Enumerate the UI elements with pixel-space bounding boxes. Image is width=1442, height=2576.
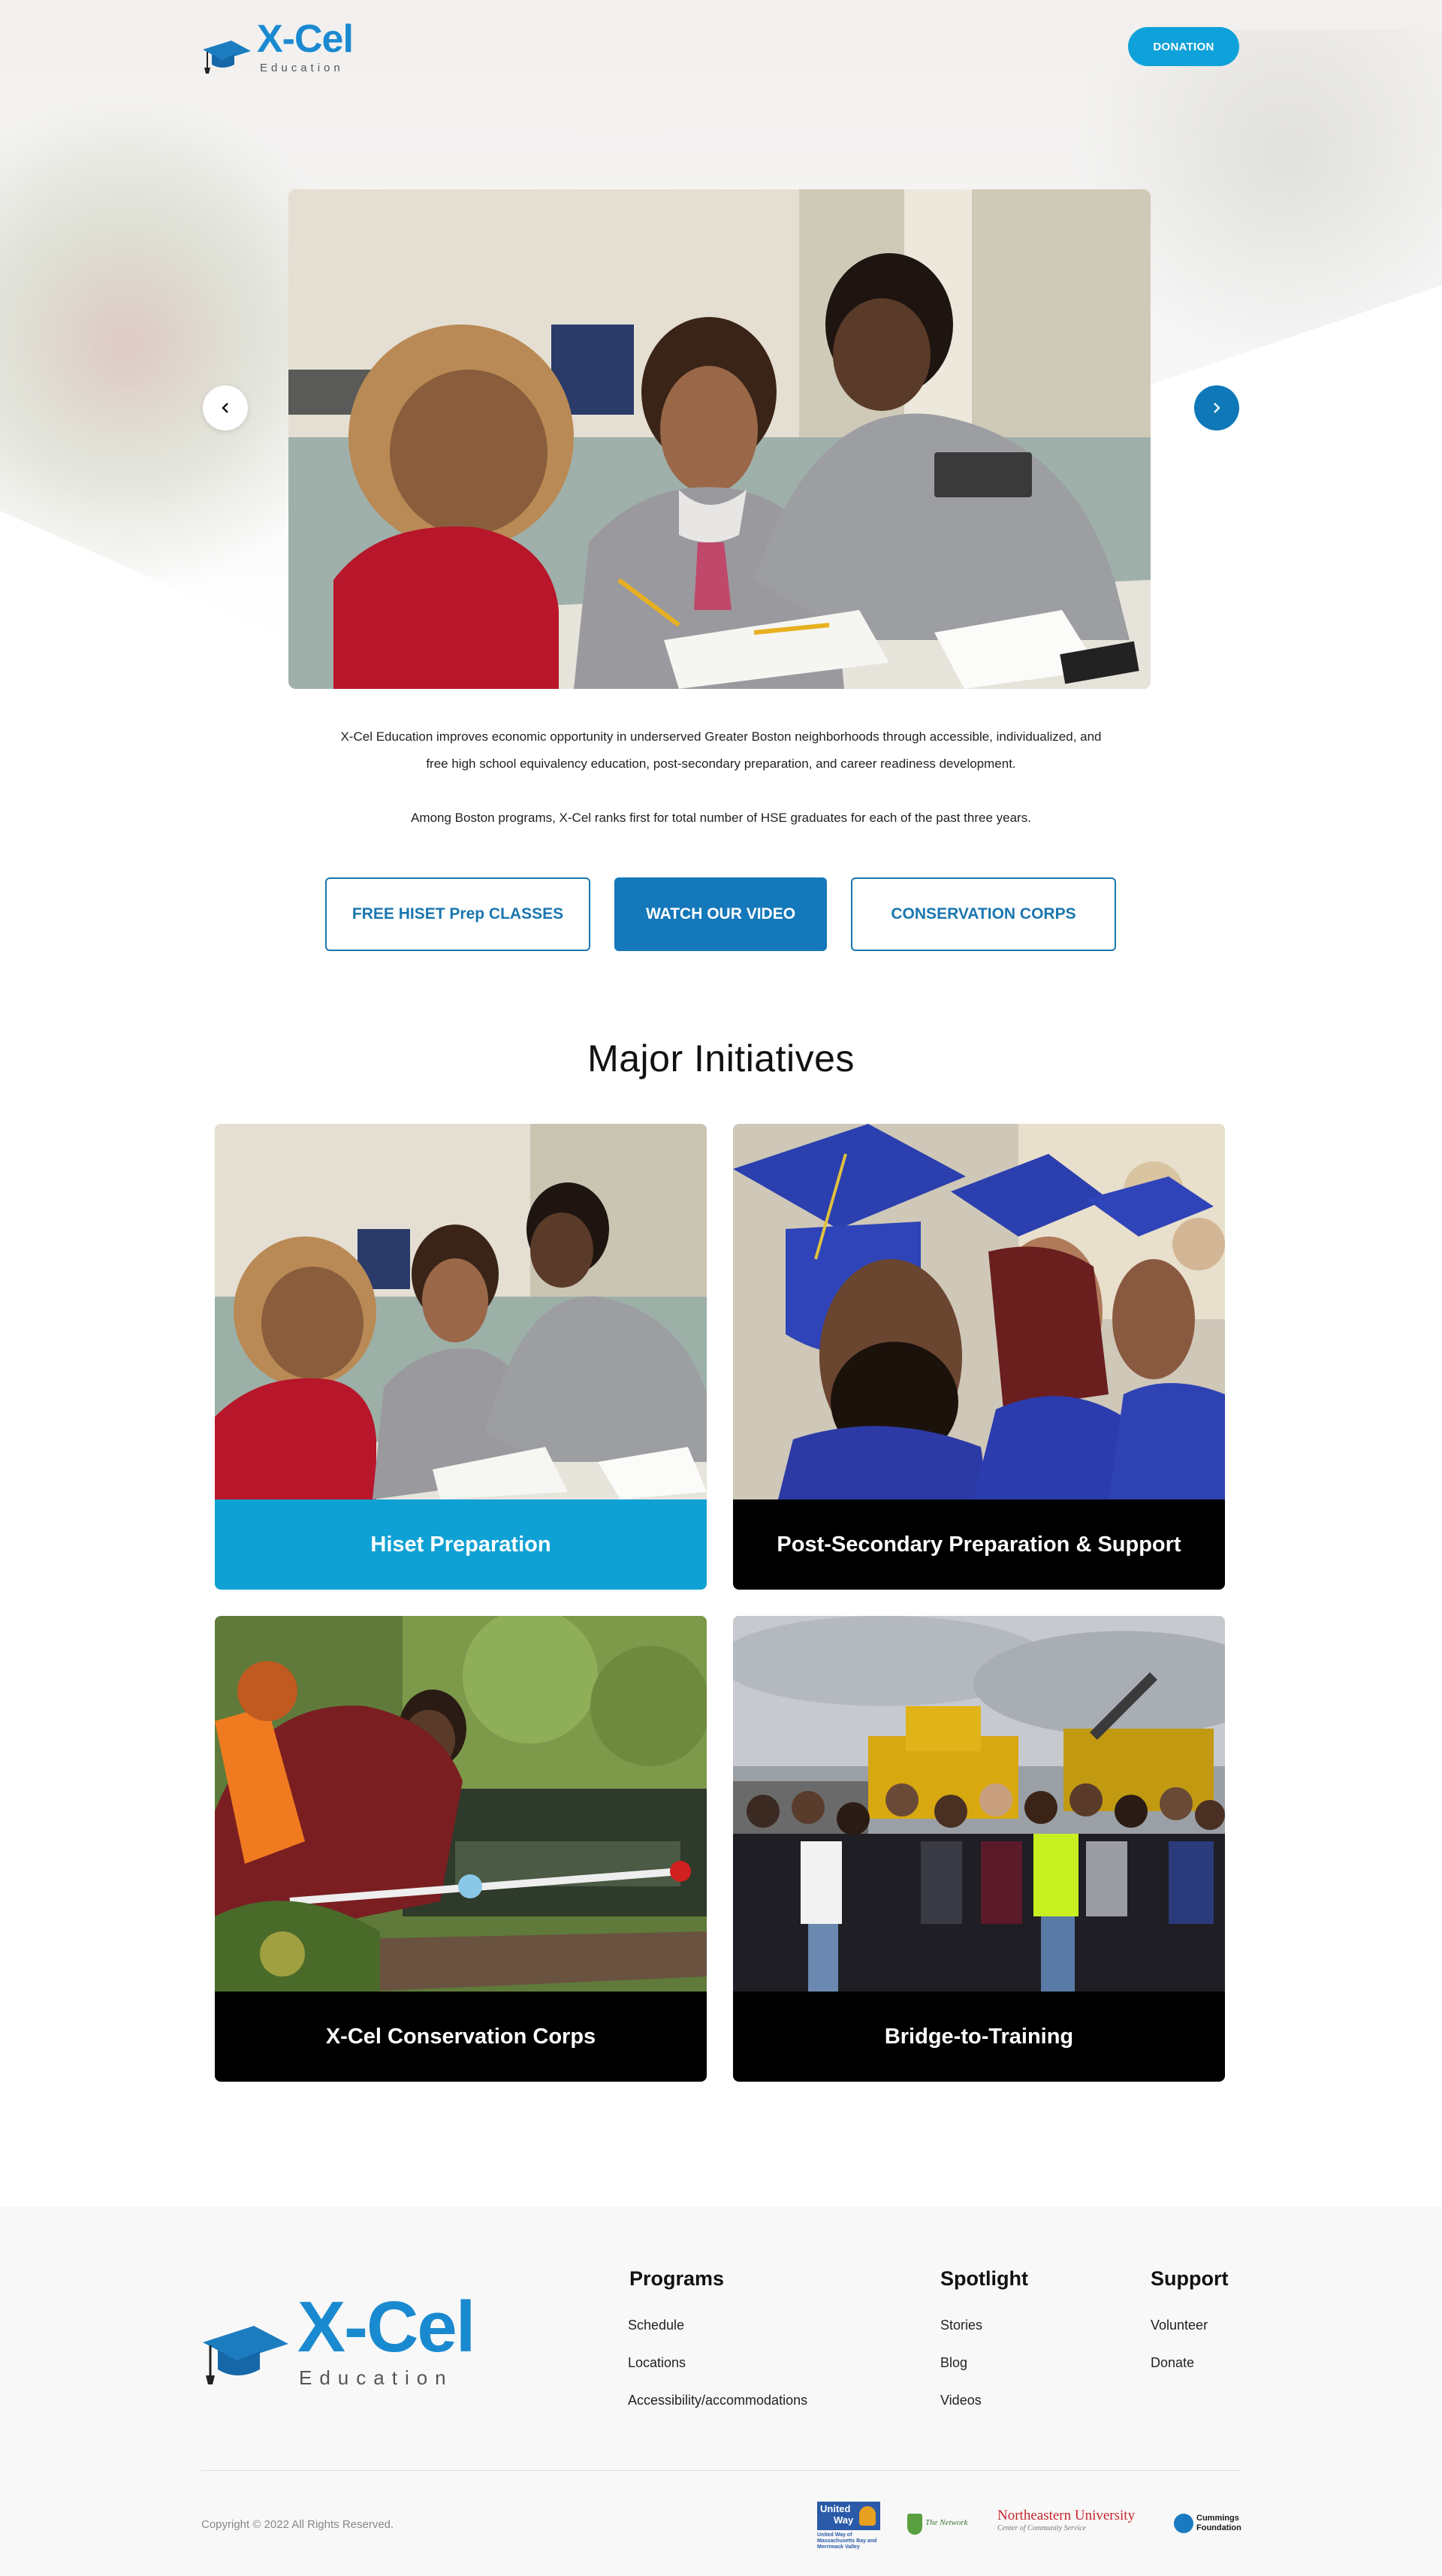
card-image-conservation bbox=[215, 1616, 707, 1992]
footer-link-blog[interactable]: Blog bbox=[940, 2355, 967, 2371]
the-network-name: The Network bbox=[925, 2518, 968, 2527]
copyright-text: Copyright © 2022 All Rights Reserved. bbox=[201, 2518, 394, 2531]
card-image-hiset bbox=[215, 1124, 707, 1499]
footer-spotlight-title: Spotlight bbox=[940, 2267, 1028, 2290]
logo-subtitle: Education bbox=[260, 62, 344, 74]
northeastern-logo[interactable]: Northeastern University Center of Commun… bbox=[997, 2508, 1152, 2541]
card-post-secondary[interactable]: Post-Secondary Preparation & Support bbox=[733, 1124, 1225, 1590]
card-bridge-to-training[interactable]: Bridge-to-Training bbox=[733, 1616, 1225, 2082]
united-way-badge: United Way bbox=[817, 2502, 880, 2530]
footer-link-stories[interactable]: Stories bbox=[940, 2318, 982, 2333]
footer-logo-subtitle: Education bbox=[299, 2366, 454, 2389]
logo-wordmark: X-Cel bbox=[257, 17, 354, 61]
cta-row: FREE HISET Prep CLASSES WATCH OUR VIDEO … bbox=[0, 877, 1442, 951]
the-network-logo[interactable]: The Network bbox=[907, 2512, 972, 2539]
footer-programs-title: Programs bbox=[629, 2267, 725, 2290]
page: X-Cel Education DONATION X-Cel Education… bbox=[0, 0, 1442, 2576]
graduation-cap-icon bbox=[203, 2326, 288, 2384]
chevron-left-icon bbox=[222, 403, 228, 413]
card-label-post-secondary: Post-Secondary Preparation & Support bbox=[733, 1499, 1225, 1590]
cummings-globe-icon bbox=[1174, 2514, 1193, 2533]
card-image-graduation bbox=[733, 1124, 1225, 1499]
donation-button[interactable]: DONATION bbox=[1128, 27, 1239, 66]
card-conservation-corps[interactable]: X-Cel Conservation Corps bbox=[215, 1616, 707, 2082]
card-image-bridge bbox=[733, 1616, 1225, 1992]
footer-link-volunteer[interactable]: Volunteer bbox=[1151, 2318, 1208, 2333]
slider-next-button[interactable] bbox=[1194, 385, 1239, 430]
hero-slide-image bbox=[288, 189, 1151, 689]
footer-link-locations[interactable]: Locations bbox=[628, 2355, 686, 2371]
united-way-logo[interactable]: United Way United Way of Massachusetts B… bbox=[817, 2502, 880, 2550]
footer-link-accessibility[interactable]: Accessibility/accommodations bbox=[628, 2393, 807, 2408]
hiset-classes-button[interactable]: FREE HISET Prep CLASSES bbox=[325, 877, 590, 951]
site-logo[interactable]: X-Cel Education bbox=[201, 17, 374, 77]
northeastern-name: Northeastern University bbox=[997, 2508, 1136, 2523]
intro-paragraph-mission: X-Cel Education improves economic opport… bbox=[340, 729, 1102, 771]
card-label-hiset: Hiset Preparation bbox=[215, 1499, 707, 1590]
chevron-right-icon bbox=[1214, 403, 1220, 413]
watch-video-button[interactable]: WATCH OUR VIDEO bbox=[614, 877, 827, 951]
slider-prev-button[interactable] bbox=[203, 385, 248, 430]
footer-link-videos[interactable]: Videos bbox=[940, 2393, 982, 2408]
northeastern-subtitle: Center of Community Service bbox=[997, 2524, 1087, 2532]
united-way-line2: Way bbox=[834, 2514, 854, 2526]
footer-support-title: Support bbox=[1151, 2267, 1229, 2290]
footer-divider bbox=[201, 2470, 1239, 2471]
footer-link-schedule[interactable]: Schedule bbox=[628, 2318, 684, 2333]
footer-logo[interactable]: X-Cel Education bbox=[201, 2291, 494, 2395]
intro-paragraph-ranking: Among Boston programs, X-Cel ranks first… bbox=[411, 811, 1031, 825]
intro-text: X-Cel Education improves economic opport… bbox=[330, 723, 1112, 832]
united-way-line1: United bbox=[820, 2503, 851, 2514]
united-way-subtitle: United Way of Massachusetts Bay and Merr… bbox=[817, 2532, 877, 2550]
card-hiset-preparation[interactable]: Hiset Preparation bbox=[215, 1124, 707, 1590]
footer-link-donate[interactable]: Donate bbox=[1151, 2355, 1194, 2371]
footer-logo-wordmark: X-Cel bbox=[297, 2287, 475, 2367]
united-way-hand-icon bbox=[859, 2506, 876, 2526]
card-label-conservation: X-Cel Conservation Corps bbox=[215, 1992, 707, 2082]
cummings-line1: Cummings bbox=[1196, 2514, 1239, 2523]
card-label-bridge: Bridge-to-Training bbox=[733, 1992, 1225, 2082]
cummings-foundation-logo[interactable]: Cummings Foundation bbox=[1174, 2512, 1241, 2538]
the-network-shield-icon bbox=[907, 2514, 922, 2535]
major-initiatives-title: Major Initiatives bbox=[587, 1037, 855, 1080]
cummings-line2: Foundation bbox=[1196, 2523, 1241, 2532]
conservation-corps-button[interactable]: CONSERVATION CORPS bbox=[851, 877, 1116, 951]
